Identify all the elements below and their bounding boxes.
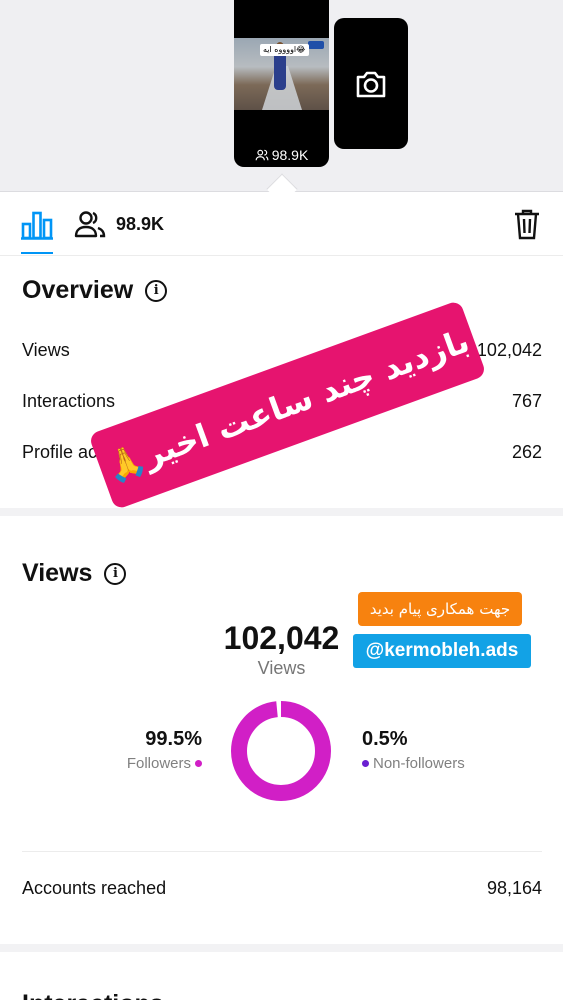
contact-sticker: جهت همکاری پیام بدید — [358, 592, 522, 626]
overview-title: Overview — [22, 276, 134, 304]
nonfollowers-stat: 0.5% Non-followers — [362, 728, 502, 772]
people-icon — [255, 149, 269, 161]
followers-percent: 99.5% — [145, 728, 202, 750]
thumbnail-person — [274, 50, 286, 90]
divider — [22, 851, 542, 852]
row-value: 102,042 — [476, 340, 542, 360]
nonfollowers-percent: 0.5% — [362, 728, 408, 750]
audience-count: 98.9K — [116, 213, 165, 234]
accounts-reached-row: Accounts reached 98,164 — [22, 878, 542, 899]
nonfollowers-legend-dot — [362, 760, 369, 767]
insights-chart-icon[interactable] — [20, 210, 54, 240]
contact-sticker-text: جهت همکاری پیام بدید — [369, 600, 511, 618]
story-preview-strip: اووووه ایه😂 98.9K — [0, 0, 563, 192]
row-label: Interactions — [22, 391, 116, 411]
add-story-button[interactable] — [334, 18, 408, 149]
mention-sticker[interactable]: @kermobleh.ads — [353, 634, 531, 668]
views-title: Views — [22, 559, 93, 587]
active-tab-underline — [21, 252, 53, 254]
row-value: 262 — [511, 442, 542, 462]
nonfollowers-label-row: Non-followers — [362, 755, 502, 772]
tab-audience[interactable]: 98.9K — [74, 210, 164, 238]
followers-legend-dot — [195, 760, 202, 767]
followers-label-row: Followers — [100, 755, 202, 772]
followers-donut-chart — [231, 701, 331, 801]
nonfollowers-label: Non-followers — [373, 755, 465, 772]
section-divider — [0, 944, 563, 952]
interactions-section-title: Interactions — [22, 990, 164, 1000]
views-header: Views i — [22, 559, 127, 588]
thumbnail-view-count: 98.9K — [234, 147, 329, 163]
story-thumbnail[interactable]: اووووه ایه😂 98.9K — [234, 0, 329, 167]
accounts-reached-value: 98,164 — [486, 878, 542, 898]
donut-followers-arc — [231, 701, 331, 801]
people-icon — [74, 211, 106, 238]
overview-header: Overview i — [22, 276, 168, 305]
mention-sticker-text: @kermobleh.ads — [365, 640, 519, 661]
row-value: 767 — [511, 391, 542, 411]
insights-tabbar: 98.9K — [0, 192, 563, 256]
thumbnail-caption: اووووه ایه😂 — [260, 44, 309, 56]
accounts-reached-label: Accounts reached — [22, 878, 167, 898]
thumbnail-channel-logo — [308, 41, 324, 49]
row-label: Views — [22, 340, 70, 360]
camera-icon — [356, 71, 386, 97]
trash-icon[interactable] — [513, 208, 541, 240]
info-icon[interactable]: i — [145, 279, 168, 302]
followers-stat: 99.5% Followers — [100, 728, 202, 772]
section-divider — [0, 508, 563, 516]
thumbnail-view-count-text: 98.9K — [271, 147, 309, 163]
info-icon[interactable]: i — [104, 562, 127, 585]
followers-label: Followers — [126, 755, 191, 772]
